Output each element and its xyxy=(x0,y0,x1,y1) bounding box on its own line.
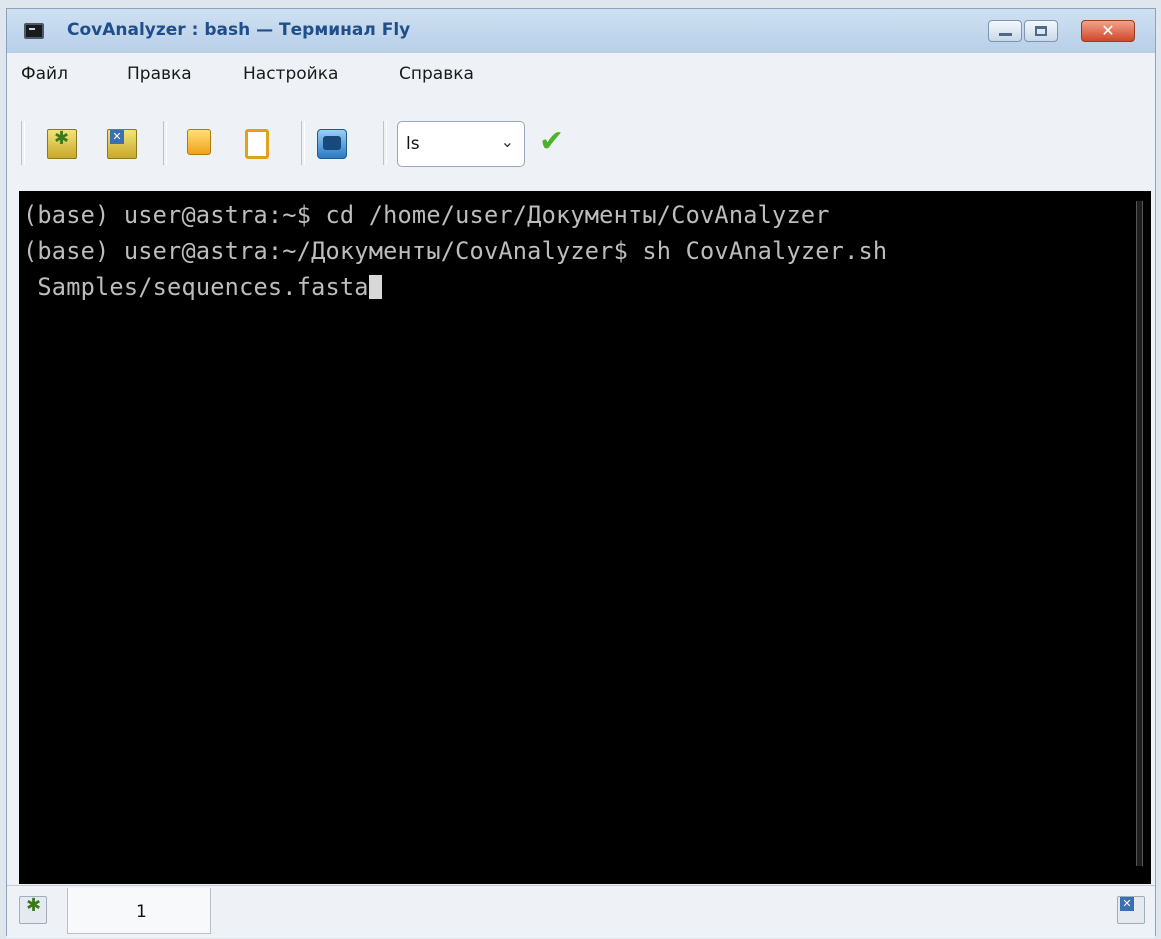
run-check-icon[interactable]: ✔ xyxy=(539,127,564,157)
menu-help[interactable]: Справка xyxy=(399,64,474,84)
menu-edit[interactable]: Правка xyxy=(127,64,192,84)
terminal-scrollbar[interactable] xyxy=(1136,201,1143,866)
menu-bar: Файл Правка Настройка Справка xyxy=(7,53,1155,97)
toolbar: ls ⌄ ✔ xyxy=(7,99,1155,187)
paste-icon[interactable] xyxy=(245,129,269,159)
close-icon: ✕ xyxy=(1101,21,1115,40)
minimize-button[interactable] xyxy=(988,20,1022,42)
session-tab-bar: 1 xyxy=(7,885,1155,938)
toolbar-separator xyxy=(301,121,305,165)
new-tab-icon[interactable] xyxy=(19,895,47,924)
terminal-line: (base) user@astra:~$ cd /home/user/Докум… xyxy=(23,201,830,229)
terminal-window: CovAnalyzer : bash — Терминал Fly ✕ Файл… xyxy=(6,8,1156,938)
toolbar-separator xyxy=(21,121,25,165)
toolbar-separator xyxy=(383,121,387,165)
close-session-icon[interactable] xyxy=(107,129,137,159)
terminal-output[interactable]: (base) user@astra:~$ cd /home/user/Докум… xyxy=(19,191,1151,884)
close-button[interactable]: ✕ xyxy=(1081,20,1135,42)
command-combo-value: ls xyxy=(406,134,420,154)
close-tab-icon[interactable] xyxy=(1117,896,1145,924)
text-cursor xyxy=(368,275,382,299)
session-tab-label: 1 xyxy=(136,902,147,922)
command-combobox[interactable]: ls ⌄ xyxy=(397,121,525,167)
menu-file[interactable]: Файл xyxy=(21,64,68,84)
terminal-line: Samples/sequences.fasta xyxy=(23,273,369,301)
copy-icon[interactable] xyxy=(187,129,211,155)
title-bar[interactable]: CovAnalyzer : bash — Терминал Fly ✕ xyxy=(7,9,1155,54)
session-tab[interactable]: 1 xyxy=(67,888,211,934)
chevron-down-icon: ⌄ xyxy=(500,132,514,151)
maximize-button[interactable] xyxy=(1024,20,1058,42)
window-title: CovAnalyzer : bash — Терминал Fly xyxy=(67,20,411,40)
find-icon[interactable] xyxy=(317,129,347,159)
terminal-line: (base) user@astra:~/Документы/CovAnalyze… xyxy=(23,237,888,265)
toolbar-separator xyxy=(163,121,167,165)
new-session-icon[interactable] xyxy=(47,128,77,159)
terminal-input-line: Samples/sequences.fasta xyxy=(23,273,382,301)
terminal-app-icon xyxy=(24,23,44,39)
menu-settings[interactable]: Настройка xyxy=(243,64,338,84)
